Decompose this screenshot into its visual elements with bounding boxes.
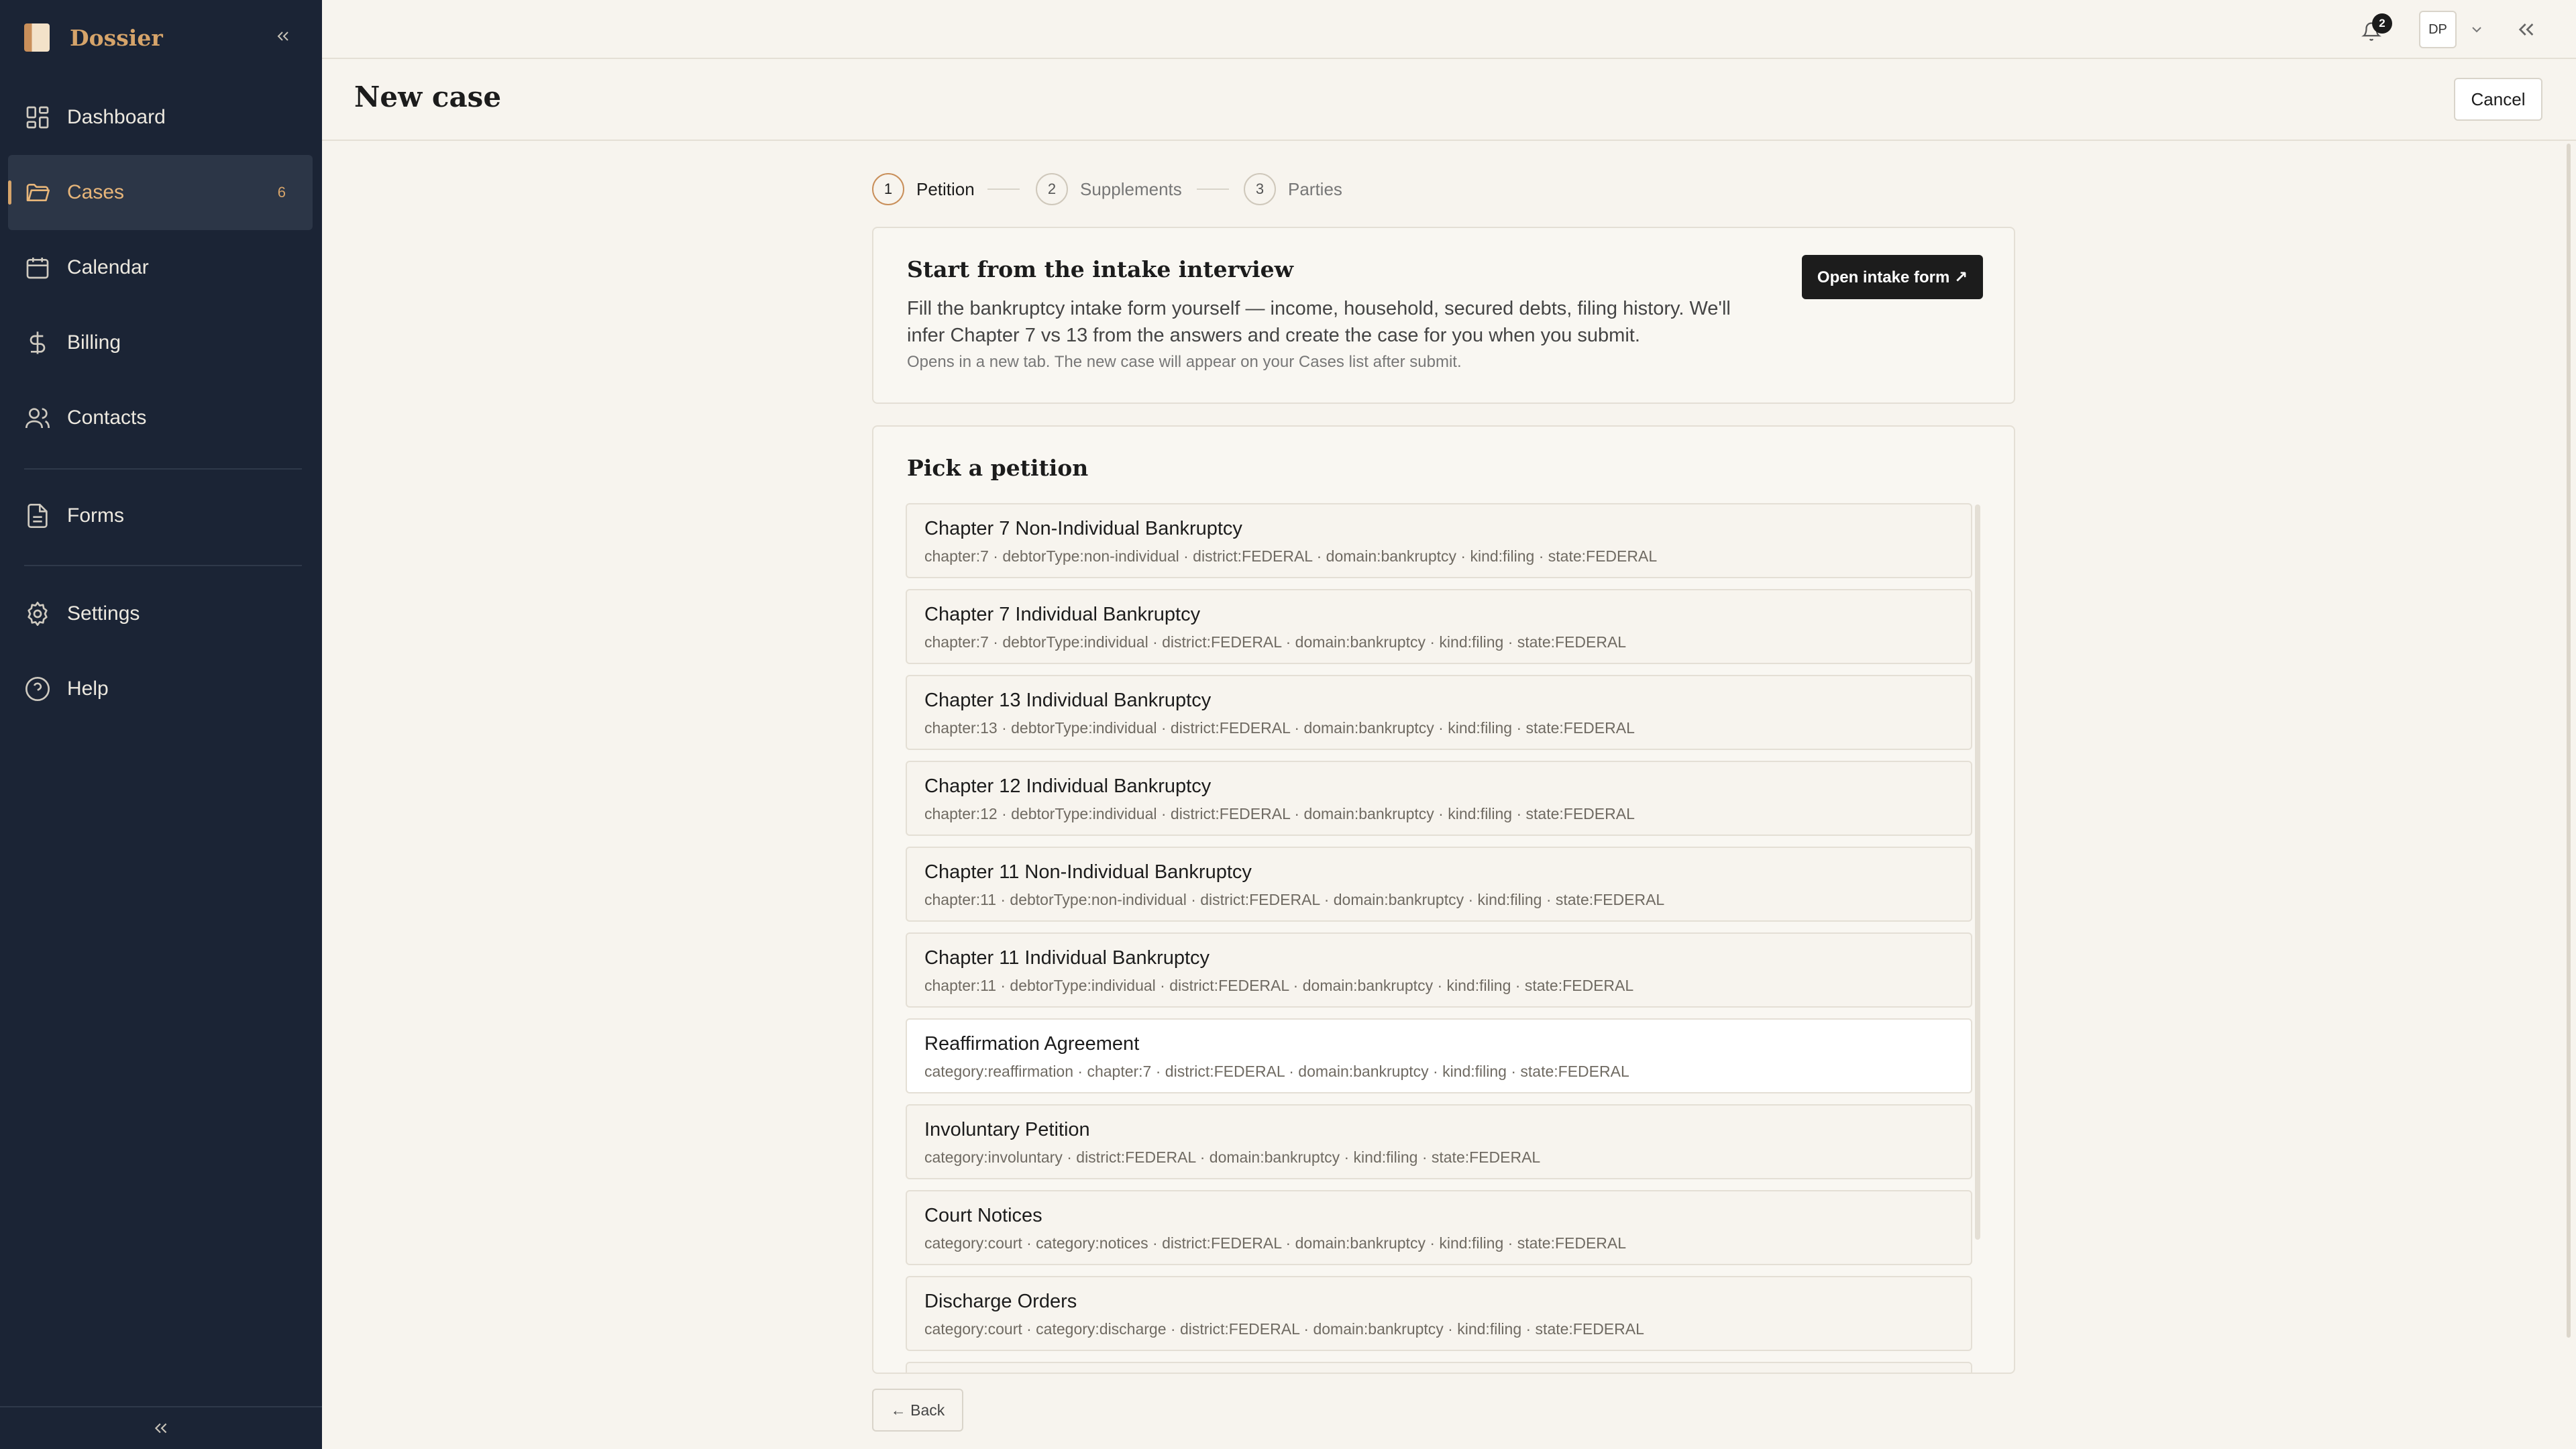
dollar-icon [24,329,51,356]
chevrons-left-icon [2518,23,2534,36]
chevrons-left-icon [154,1423,167,1434]
sidebar-item-calendar[interactable]: Calendar [8,230,313,305]
step-label: Parties [1288,178,1342,199]
step-connector [1197,189,1229,190]
sidebar-item-label: Calendar [67,256,149,278]
back-button[interactable]: ← Back [872,1389,963,1432]
folder-icon [24,179,51,206]
sidebar-item-cases[interactable]: Cases 6 [8,155,313,230]
sidebar-item-contacts[interactable]: Contacts [8,380,313,455]
petition-title: Chapter 13 Individual Bankruptcy [924,690,1212,711]
step-parties[interactable]: 3 Parties [1244,173,1342,205]
step-supplements[interactable]: 2 Supplements [1036,173,1182,205]
help-icon [24,676,51,702]
petition-option[interactable]: Discharge Orders category:court · catego… [906,1276,1972,1351]
file-icon [24,502,51,529]
petition-title: Chapter 11 Non-Individual Bankruptcy [924,861,1252,883]
notification-count-badge: 2 [2372,13,2392,34]
sidebar-item-settings[interactable]: Settings [8,576,313,651]
step-label: Supplements [1080,178,1182,199]
sidebar-item-label: Forms [67,504,124,527]
petition-tags: chapter:7 · debtorType:individual · dist… [924,633,1627,651]
intake-title: Start from the intake interview [907,256,1294,282]
petition-picker-title: Pick a petition [907,455,1089,481]
petition-tags: chapter:12 · debtorType:individual · dis… [924,805,1635,822]
petition-option[interactable]: Involuntary Petition category:involuntar… [906,1104,1972,1179]
calendar-icon [24,254,51,281]
petition-tags: chapter:13 · debtorType:individual · dis… [924,719,1635,737]
petition-tags: category:court · category:notices · dist… [924,1234,1627,1252]
sidebar-item-forms[interactable]: Forms [8,478,313,553]
petition-option[interactable]: Chapter 11 Individual Bankruptcy chapter… [906,932,1972,1008]
petition-title: Reaffirmation Agreement [924,1033,1140,1055]
intake-description: Fill the bankruptcy intake form yourself… [907,298,1731,346]
petition-option[interactable]: Chapter 13 Individual Bankruptcy chapter… [906,675,1972,750]
step-petition[interactable]: 1 Petition [872,173,975,205]
petition-tags: chapter:11 · debtorType:non-individual ·… [924,891,1665,908]
open-intake-form-button[interactable]: Open intake form ↗ [1802,255,1983,299]
step-label: Petition [916,178,975,199]
petition-picker-card: Pick a petition Chapter 7 Non-Individual… [872,425,2015,1374]
petition-option[interactable]: Chapter 12 Individual Bankruptcy chapter… [906,761,1972,836]
sidebar-divider [24,565,302,566]
step-number: 3 [1244,173,1276,205]
petition-tags: category:court · category:discharge · di… [924,1320,1644,1338]
step-connector [987,189,1020,190]
wizard-footer: ← Back [872,1374,2015,1449]
sidebar: Dossier Dashboard Cases 6 Calendar Billi… [0,0,322,1449]
sidebar-item-label: Cases [67,181,125,203]
intake-note: Opens in a new tab. The new case will ap… [907,353,1462,371]
petition-list-scrollbar[interactable] [1975,504,1980,1240]
petition-tags: category:reaffirmation · chapter:7 · dis… [924,1063,1629,1080]
gear-icon [24,600,51,627]
sidebar-item-label: Help [67,678,109,700]
petition-option[interactable] [906,1362,1972,1373]
petition-list: Chapter 7 Non-Individual Bankruptcy chap… [906,503,1972,1373]
step-number: 2 [1036,173,1068,205]
sidebar-item-billing[interactable]: Billing [8,305,313,380]
petition-title: Chapter 7 Non-Individual Bankruptcy [924,518,1242,539]
petition-title: Chapter 11 Individual Bankruptcy [924,947,1210,969]
sidebar-item-label: Contacts [67,407,147,429]
page-header: New case Cancel [322,60,2576,141]
collapse-sidebar-button[interactable] [271,24,295,48]
contacts-icon [24,405,51,431]
app-name: Dossier [70,24,163,51]
petition-tags: chapter:11 · debtorType:individual · dis… [924,977,1634,994]
page-title: New case [354,80,502,113]
main-scrollbar[interactable] [2567,144,2571,1338]
petition-title: Discharge Orders [924,1291,1077,1312]
petition-title: Chapter 12 Individual Bankruptcy [924,775,1212,797]
petition-title: Involuntary Petition [924,1119,1090,1140]
petition-option[interactable]: Chapter 7 Individual Bankruptcy chapter:… [906,589,1972,664]
petition-title: Court Notices [924,1205,1042,1226]
cancel-button[interactable]: Cancel [2454,78,2542,121]
chevrons-left-icon [277,32,288,41]
sidebar-item-label: Dashboard [67,106,166,128]
collapse-panel-button[interactable] [2516,19,2537,40]
user-menu-chevron[interactable] [2469,21,2485,38]
petition-option[interactable]: Chapter 11 Non-Individual Bankruptcy cha… [906,847,1972,922]
petition-option[interactable]: Chapter 7 Non-Individual Bankruptcy chap… [906,503,1972,578]
dashboard-icon [24,104,51,131]
petition-option[interactable]: Reaffirmation Agreement category:reaffir… [906,1018,1972,1093]
sidebar-item-label: Settings [67,602,140,625]
user-avatar[interactable]: DP [2419,11,2457,48]
intake-card: Start from the intake interview Fill the… [872,227,2015,404]
petition-tags: category:involuntary · district:FEDERAL … [924,1148,1541,1166]
topbar [322,0,2576,59]
petition-option[interactable]: Court Notices category:court · category:… [906,1190,1972,1265]
brand[interactable]: Dossier [24,23,163,52]
sidebar-item-label: Billing [67,331,121,354]
sidebar-item-help[interactable]: Help [8,651,313,727]
collapse-sidebar-bottom-button[interactable] [0,1406,322,1449]
book-logo-icon [24,23,50,52]
petition-tags: chapter:7 · debtorType:non-individual · … [924,547,1658,565]
sidebar-item-dashboard[interactable]: Dashboard [8,80,313,155]
cases-count-badge: 6 [277,184,286,201]
petition-title: Chapter 7 Individual Bankruptcy [924,604,1201,625]
chevron-down-icon [2472,27,2481,33]
step-number: 1 [872,173,904,205]
sidebar-divider [24,468,302,470]
